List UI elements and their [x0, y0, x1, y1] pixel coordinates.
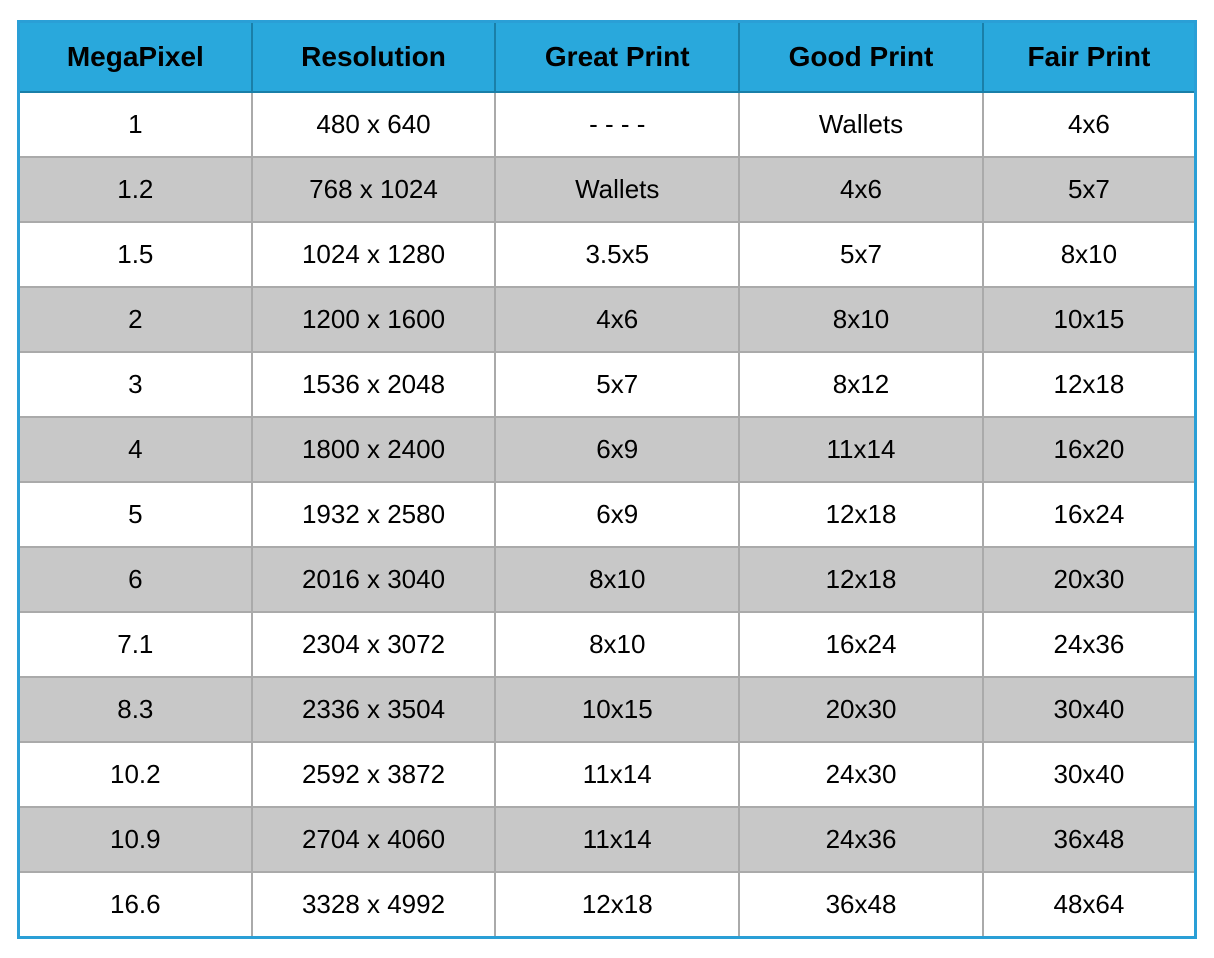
cell-great-print: 11x14: [495, 807, 739, 872]
cell-resolution: 1200 x 1600: [252, 287, 496, 352]
cell-resolution: 2336 x 3504: [252, 677, 496, 742]
table-header-row: MegaPixel Resolution Great Print Good Pr…: [19, 21, 1196, 92]
table-row: 1.51024 x 12803.5x55x78x10: [19, 222, 1196, 287]
cell-resolution: 1800 x 2400: [252, 417, 496, 482]
cell-great-print: Wallets: [495, 157, 739, 222]
table-row: 10.22592 x 387211x1424x3030x40: [19, 742, 1196, 807]
cell-megapixel: 16.6: [19, 872, 252, 938]
cell-fair-print: 16x20: [983, 417, 1196, 482]
cell-good-print: 8x10: [739, 287, 983, 352]
cell-resolution: 768 x 1024: [252, 157, 496, 222]
table-row: 8.32336 x 350410x1520x3030x40: [19, 677, 1196, 742]
table-container: MegaPixel Resolution Great Print Good Pr…: [17, 20, 1197, 939]
table-row: 51932 x 25806x912x1816x24: [19, 482, 1196, 547]
print-quality-table: MegaPixel Resolution Great Print Good Pr…: [17, 20, 1197, 939]
cell-good-print: 4x6: [739, 157, 983, 222]
cell-fair-print: 4x6: [983, 92, 1196, 157]
header-fair-print: Fair Print: [983, 21, 1196, 92]
cell-resolution: 2016 x 3040: [252, 547, 496, 612]
cell-megapixel: 1: [19, 92, 252, 157]
cell-resolution: 2704 x 4060: [252, 807, 496, 872]
table-row: 16.63328 x 499212x1836x4848x64: [19, 872, 1196, 938]
cell-fair-print: 5x7: [983, 157, 1196, 222]
cell-great-print: 4x6: [495, 287, 739, 352]
cell-great-print: 3.5x5: [495, 222, 739, 287]
cell-resolution: 3328 x 4992: [252, 872, 496, 938]
cell-good-print: 20x30: [739, 677, 983, 742]
cell-megapixel: 5: [19, 482, 252, 547]
cell-fair-print: 16x24: [983, 482, 1196, 547]
cell-great-print: 11x14: [495, 742, 739, 807]
cell-great-print: 10x15: [495, 677, 739, 742]
cell-fair-print: 36x48: [983, 807, 1196, 872]
cell-resolution: 2592 x 3872: [252, 742, 496, 807]
cell-fair-print: 8x10: [983, 222, 1196, 287]
cell-fair-print: 24x36: [983, 612, 1196, 677]
cell-resolution: 1932 x 2580: [252, 482, 496, 547]
table-row: 1480 x 640- - - -Wallets4x6: [19, 92, 1196, 157]
cell-good-print: 12x18: [739, 482, 983, 547]
cell-megapixel: 8.3: [19, 677, 252, 742]
cell-great-print: 5x7: [495, 352, 739, 417]
cell-great-print: 6x9: [495, 417, 739, 482]
cell-megapixel: 6: [19, 547, 252, 612]
cell-great-print: 8x10: [495, 547, 739, 612]
table-row: 10.92704 x 406011x1424x3636x48: [19, 807, 1196, 872]
header-resolution: Resolution: [252, 21, 496, 92]
cell-fair-print: 10x15: [983, 287, 1196, 352]
cell-resolution: 2304 x 3072: [252, 612, 496, 677]
table-row: 21200 x 16004x68x1010x15: [19, 287, 1196, 352]
header-good-print: Good Print: [739, 21, 983, 92]
cell-resolution: 1024 x 1280: [252, 222, 496, 287]
cell-great-print: - - - -: [495, 92, 739, 157]
table-row: 31536 x 20485x78x1212x18: [19, 352, 1196, 417]
cell-good-print: 11x14: [739, 417, 983, 482]
cell-great-print: 6x9: [495, 482, 739, 547]
cell-resolution: 1536 x 2048: [252, 352, 496, 417]
table-row: 1.2768 x 1024Wallets4x65x7: [19, 157, 1196, 222]
cell-fair-print: 48x64: [983, 872, 1196, 938]
cell-resolution: 480 x 640: [252, 92, 496, 157]
cell-good-print: 16x24: [739, 612, 983, 677]
cell-good-print: 24x36: [739, 807, 983, 872]
cell-fair-print: 20x30: [983, 547, 1196, 612]
table-row: 41800 x 24006x911x1416x20: [19, 417, 1196, 482]
cell-megapixel: 4: [19, 417, 252, 482]
cell-good-print: 36x48: [739, 872, 983, 938]
table-row: 62016 x 30408x1012x1820x30: [19, 547, 1196, 612]
cell-megapixel: 7.1: [19, 612, 252, 677]
cell-good-print: 24x30: [739, 742, 983, 807]
cell-good-print: 5x7: [739, 222, 983, 287]
cell-megapixel: 3: [19, 352, 252, 417]
cell-good-print: Wallets: [739, 92, 983, 157]
cell-good-print: 12x18: [739, 547, 983, 612]
cell-fair-print: 30x40: [983, 677, 1196, 742]
cell-megapixel: 1.5: [19, 222, 252, 287]
header-great-print: Great Print: [495, 21, 739, 92]
cell-fair-print: 12x18: [983, 352, 1196, 417]
cell-great-print: 8x10: [495, 612, 739, 677]
cell-great-print: 12x18: [495, 872, 739, 938]
cell-megapixel: 1.2: [19, 157, 252, 222]
table-row: 7.12304 x 30728x1016x2424x36: [19, 612, 1196, 677]
cell-megapixel: 2: [19, 287, 252, 352]
cell-good-print: 8x12: [739, 352, 983, 417]
header-megapixel: MegaPixel: [19, 21, 252, 92]
cell-megapixel: 10.9: [19, 807, 252, 872]
cell-fair-print: 30x40: [983, 742, 1196, 807]
cell-megapixel: 10.2: [19, 742, 252, 807]
